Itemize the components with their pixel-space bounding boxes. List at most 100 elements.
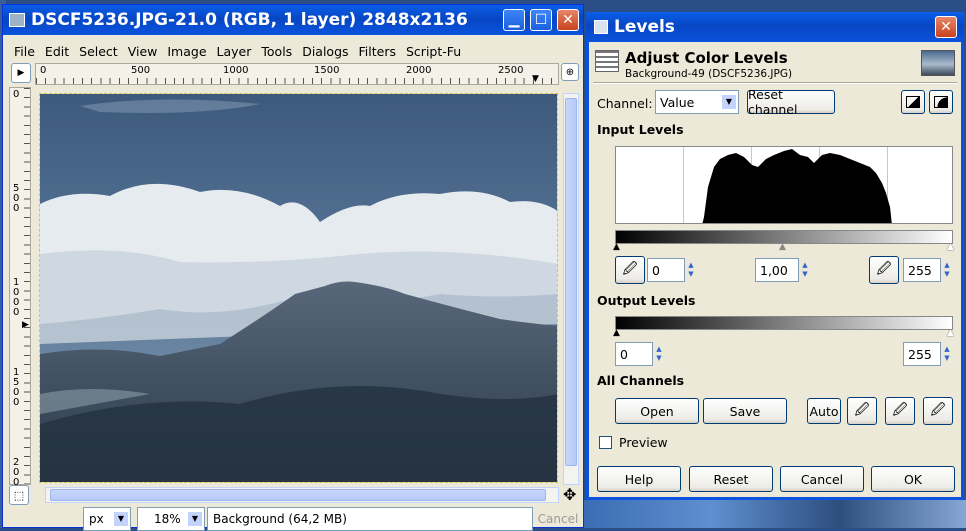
ruler-tick-label: 1500	[314, 65, 340, 76]
image-canvas[interactable]	[39, 93, 558, 483]
all-channels-heading: All Channels	[597, 373, 685, 388]
input-gamma-value: 1,00	[760, 262, 788, 278]
output-low-spinner[interactable]: ▲ ▼	[653, 342, 665, 366]
output-low-field[interactable]: 0	[615, 342, 653, 366]
vertical-ruler[interactable]: 0 5 0 0 1 0 0 0 1 5 0 0 2 0 0 ▶	[9, 87, 31, 488]
unit-select[interactable]: px ▼	[83, 507, 131, 531]
gray-pick-button[interactable]: 🖉	[885, 397, 915, 425]
vruler-ticks	[24, 88, 30, 484]
levels-dialog: Levels ✕ Adjust Color Levels Background-…	[586, 12, 964, 500]
ruler-tick-label: 0	[13, 89, 20, 100]
input-gamma-field[interactable]: 1,00	[755, 258, 799, 282]
maximize-button[interactable]: ☐	[530, 9, 552, 31]
output-high-slider-handle[interactable]: ▲	[947, 328, 954, 338]
menu-select[interactable]: Select	[74, 41, 123, 63]
zoom-navigate-button[interactable]: ⊕	[561, 63, 579, 81]
ruler-ticks	[36, 78, 558, 84]
reset-button[interactable]: Reset	[689, 466, 773, 492]
levels-header-icon	[595, 50, 619, 72]
menu-dialogs[interactable]: Dialogs	[297, 41, 353, 63]
menu-file[interactable]: File	[9, 41, 40, 63]
image-window-titlebar[interactable]: DSCF5236.JPG-21.0 (RGB, 1 layer) 2848x21…	[3, 5, 583, 35]
black-point-picker[interactable]: 🖉	[615, 256, 645, 284]
quick-mask-icon: ⬚	[13, 488, 25, 502]
output-high-spinner[interactable]: ▲ ▼	[941, 342, 953, 366]
output-high-value: 255	[908, 346, 932, 362]
status-text: Background (64,2 MB)	[207, 507, 533, 531]
input-high-slider-handle[interactable]: ▲	[947, 242, 954, 252]
vertical-scrollbar-thumb[interactable]	[565, 98, 577, 466]
levels-titlebar[interactable]: Levels	[586, 12, 964, 42]
menu-tools[interactable]: Tools	[256, 41, 297, 63]
black-pick-button[interactable]: 🖉	[847, 397, 877, 425]
output-levels-heading: Output Levels	[597, 293, 696, 308]
cancel-button[interactable]: Cancel	[780, 466, 864, 492]
output-low-slider-handle[interactable]: ▲	[613, 328, 620, 338]
input-low-spinner[interactable]: ▲ ▼	[685, 258, 697, 282]
ruler-tick-label: 0	[40, 65, 47, 76]
horizontal-scrollbar[interactable]	[45, 487, 559, 503]
desktop-background	[584, 500, 966, 528]
vertical-scrollbar[interactable]	[563, 93, 579, 485]
eyedropper-icon: 🖉	[930, 402, 946, 418]
auto-button[interactable]: Auto	[807, 398, 841, 424]
reset-channel-button[interactable]: Reset channel	[747, 87, 835, 117]
menu-image[interactable]: Image	[162, 41, 211, 63]
horizontal-ruler[interactable]: 0 500 1000 1500 2000 2500 ▼	[35, 63, 559, 85]
white-point-picker[interactable]: 🖉	[869, 256, 899, 284]
eyedropper-icon: 🖉	[876, 261, 892, 277]
log-histogram-icon	[934, 96, 948, 108]
ruler-tick-label: 1 5 0 0	[13, 367, 20, 408]
input-high-value: 255	[908, 262, 932, 278]
navigate-icon[interactable]: ✥	[563, 485, 576, 504]
horizontal-scrollbar-thumb[interactable]	[50, 489, 546, 501]
output-high-field[interactable]: 255	[903, 342, 941, 366]
close-button[interactable]: ✕	[557, 9, 579, 31]
ruler-tick-label: 5 0 0	[13, 183, 20, 214]
levels-title: Levels	[614, 17, 675, 37]
output-gradient-bar[interactable]	[615, 316, 953, 330]
histogram	[615, 146, 953, 224]
open-button[interactable]: Open	[615, 398, 699, 424]
play-icon: ▶	[17, 68, 25, 78]
eyedropper-icon: 🖉	[854, 402, 870, 418]
zoom-select[interactable]: 18% ▼	[137, 507, 205, 531]
log-histogram-button[interactable]	[929, 90, 953, 114]
chevron-down-icon: ▼	[188, 512, 202, 526]
input-low-slider-handle[interactable]: ▲	[613, 242, 620, 252]
menu-layer[interactable]: Layer	[212, 41, 257, 63]
ruler-tick-label: 1000	[223, 65, 249, 76]
image-menu-button[interactable]: ▶	[11, 63, 31, 83]
help-button[interactable]: Help	[597, 466, 681, 492]
input-high-field[interactable]: 255	[903, 258, 941, 282]
status-cancel-button[interactable]: Cancel	[535, 509, 581, 529]
channel-select[interactable]: Value ▼	[655, 90, 739, 114]
ruler-tick-label: 500	[131, 65, 151, 76]
input-gamma-slider-handle[interactable]: ▲	[779, 242, 786, 252]
linear-histogram-icon	[906, 96, 920, 108]
white-pick-button[interactable]: 🖉	[923, 397, 953, 425]
quick-mask-button[interactable]: ⬚	[9, 485, 29, 505]
layer-thumbnail	[921, 50, 955, 76]
ok-button[interactable]: OK	[871, 466, 955, 492]
minimize-button[interactable]: ▁	[503, 9, 525, 31]
preview-label[interactable]: Preview	[619, 435, 668, 450]
input-high-spinner[interactable]: ▲ ▼	[941, 258, 953, 282]
menu-script-fu[interactable]: Script-Fu	[401, 41, 466, 63]
photo	[40, 94, 557, 482]
preview-checkbox[interactable]	[599, 436, 612, 449]
input-low-field[interactable]: 0	[647, 258, 685, 282]
menu-filters[interactable]: Filters	[354, 41, 401, 63]
output-low-value: 0	[620, 346, 628, 362]
levels-close-button[interactable]: ✕	[935, 16, 957, 38]
menu-edit[interactable]: Edit	[40, 41, 74, 63]
menu-view[interactable]: View	[123, 41, 163, 63]
image-window: DSCF5236.JPG-21.0 (RGB, 1 layer) 2848x21…	[2, 4, 584, 531]
save-button[interactable]: Save	[703, 398, 787, 424]
zoom-value: 18%	[154, 512, 181, 526]
linear-histogram-button[interactable]	[901, 90, 925, 114]
input-gamma-spinner[interactable]: ▲ ▼	[799, 258, 811, 282]
eyedropper-icon: 🖉	[892, 402, 908, 418]
channel-value: Value	[660, 94, 695, 110]
levels-subheading: Background-49 (DSCF5236.JPG)	[625, 68, 793, 80]
